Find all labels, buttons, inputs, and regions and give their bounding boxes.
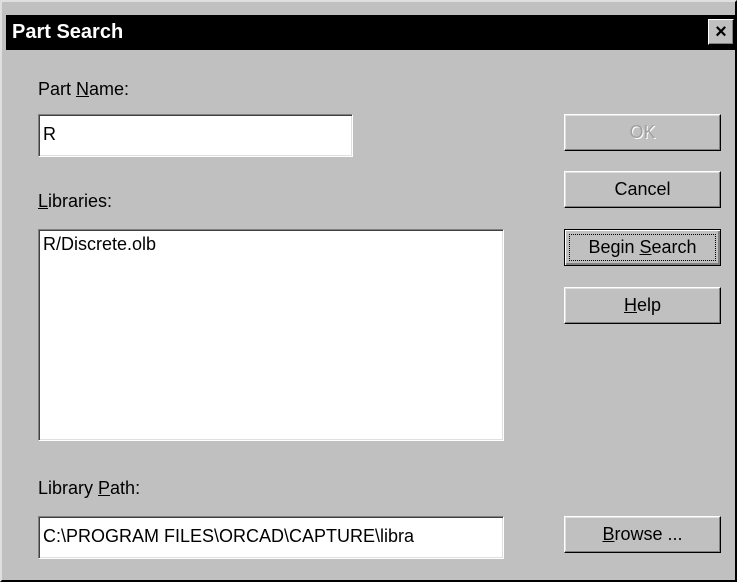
close-icon: × xyxy=(715,21,727,43)
libraries-list[interactable]: R/Discrete.olb xyxy=(38,229,504,441)
library-path-input[interactable]: C:\PROGRAM FILES\ORCAD\CAPTURE\libra xyxy=(38,516,504,559)
libraries-label: Libraries: xyxy=(38,191,113,211)
ok-button[interactable]: OK xyxy=(564,114,721,151)
library-list-item[interactable]: R/Discrete.olb xyxy=(43,234,499,255)
part-name-input[interactable]: R xyxy=(38,114,353,157)
part-name-label: Part Name: xyxy=(38,79,130,99)
close-button[interactable]: × xyxy=(708,19,734,45)
part-search-dialog: Part Search × Part Name: R Libraries: R/… xyxy=(0,0,737,582)
cancel-button[interactable]: Cancel xyxy=(564,171,721,208)
begin-search-button[interactable]: Begin Search xyxy=(564,229,721,266)
library-path-label: Library Path: xyxy=(38,478,141,498)
browse-button[interactable]: Browse ... xyxy=(564,516,721,553)
help-button[interactable]: Help xyxy=(564,287,721,324)
part-name-value: R xyxy=(43,124,56,144)
title-bar[interactable]: Part Search × xyxy=(6,15,737,50)
dialog-title: Part Search xyxy=(12,21,124,43)
library-path-value: C:\PROGRAM FILES\ORCAD\CAPTURE\libra xyxy=(43,526,415,546)
